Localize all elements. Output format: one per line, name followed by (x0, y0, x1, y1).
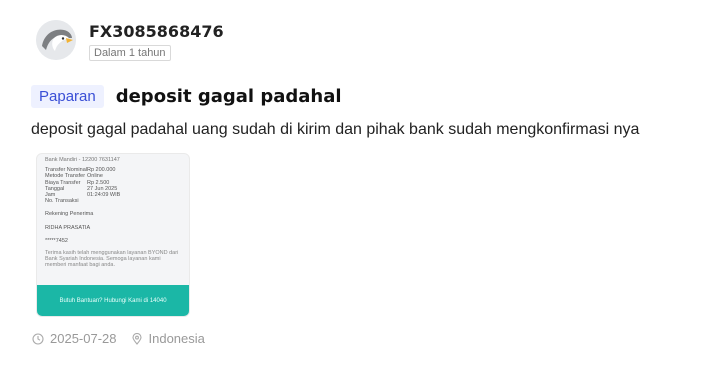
location-pin-icon (131, 332, 142, 345)
receipt-help-banner: Butuh Bantuan? Hubungi Kami di 14040 (37, 285, 189, 316)
avatar[interactable] (36, 20, 76, 60)
post-location: Indonesia (131, 331, 205, 346)
post-title-row: Paparan deposit gagal padahal (31, 85, 342, 108)
receipt: Bank Mandiri - 12200 7631147 Transfer No… (37, 154, 189, 269)
receipt-note: Terima kasih telah menggunakan layanan B… (45, 250, 179, 269)
post-footer: 2025-07-28 Indonesia (32, 331, 219, 346)
username[interactable]: FX3085868476 (89, 22, 224, 42)
receipt-recipient-account: *****7452 (45, 237, 68, 244)
post-body: deposit gagal padahal uang sudah di kiri… (31, 121, 640, 138)
location-text: Indonesia (148, 331, 205, 346)
post-date: 2025-07-28 (32, 331, 117, 346)
post-title: deposit gagal padahal (115, 86, 342, 107)
attachment-image[interactable]: Bank Mandiri - 12200 7631147 Transfer No… (36, 153, 190, 317)
eagle-avatar-icon (36, 20, 76, 60)
time-badge: Dalam 1 tahun (89, 45, 171, 61)
receipt-bank-header: Bank Mandiri - 12200 7631147 (45, 157, 120, 163)
post-header: FX3085868476 Dalam 1 tahun (36, 20, 224, 61)
clock-icon (32, 332, 44, 345)
category-tag[interactable]: Paparan (31, 85, 104, 108)
date-text: 2025-07-28 (50, 331, 117, 346)
